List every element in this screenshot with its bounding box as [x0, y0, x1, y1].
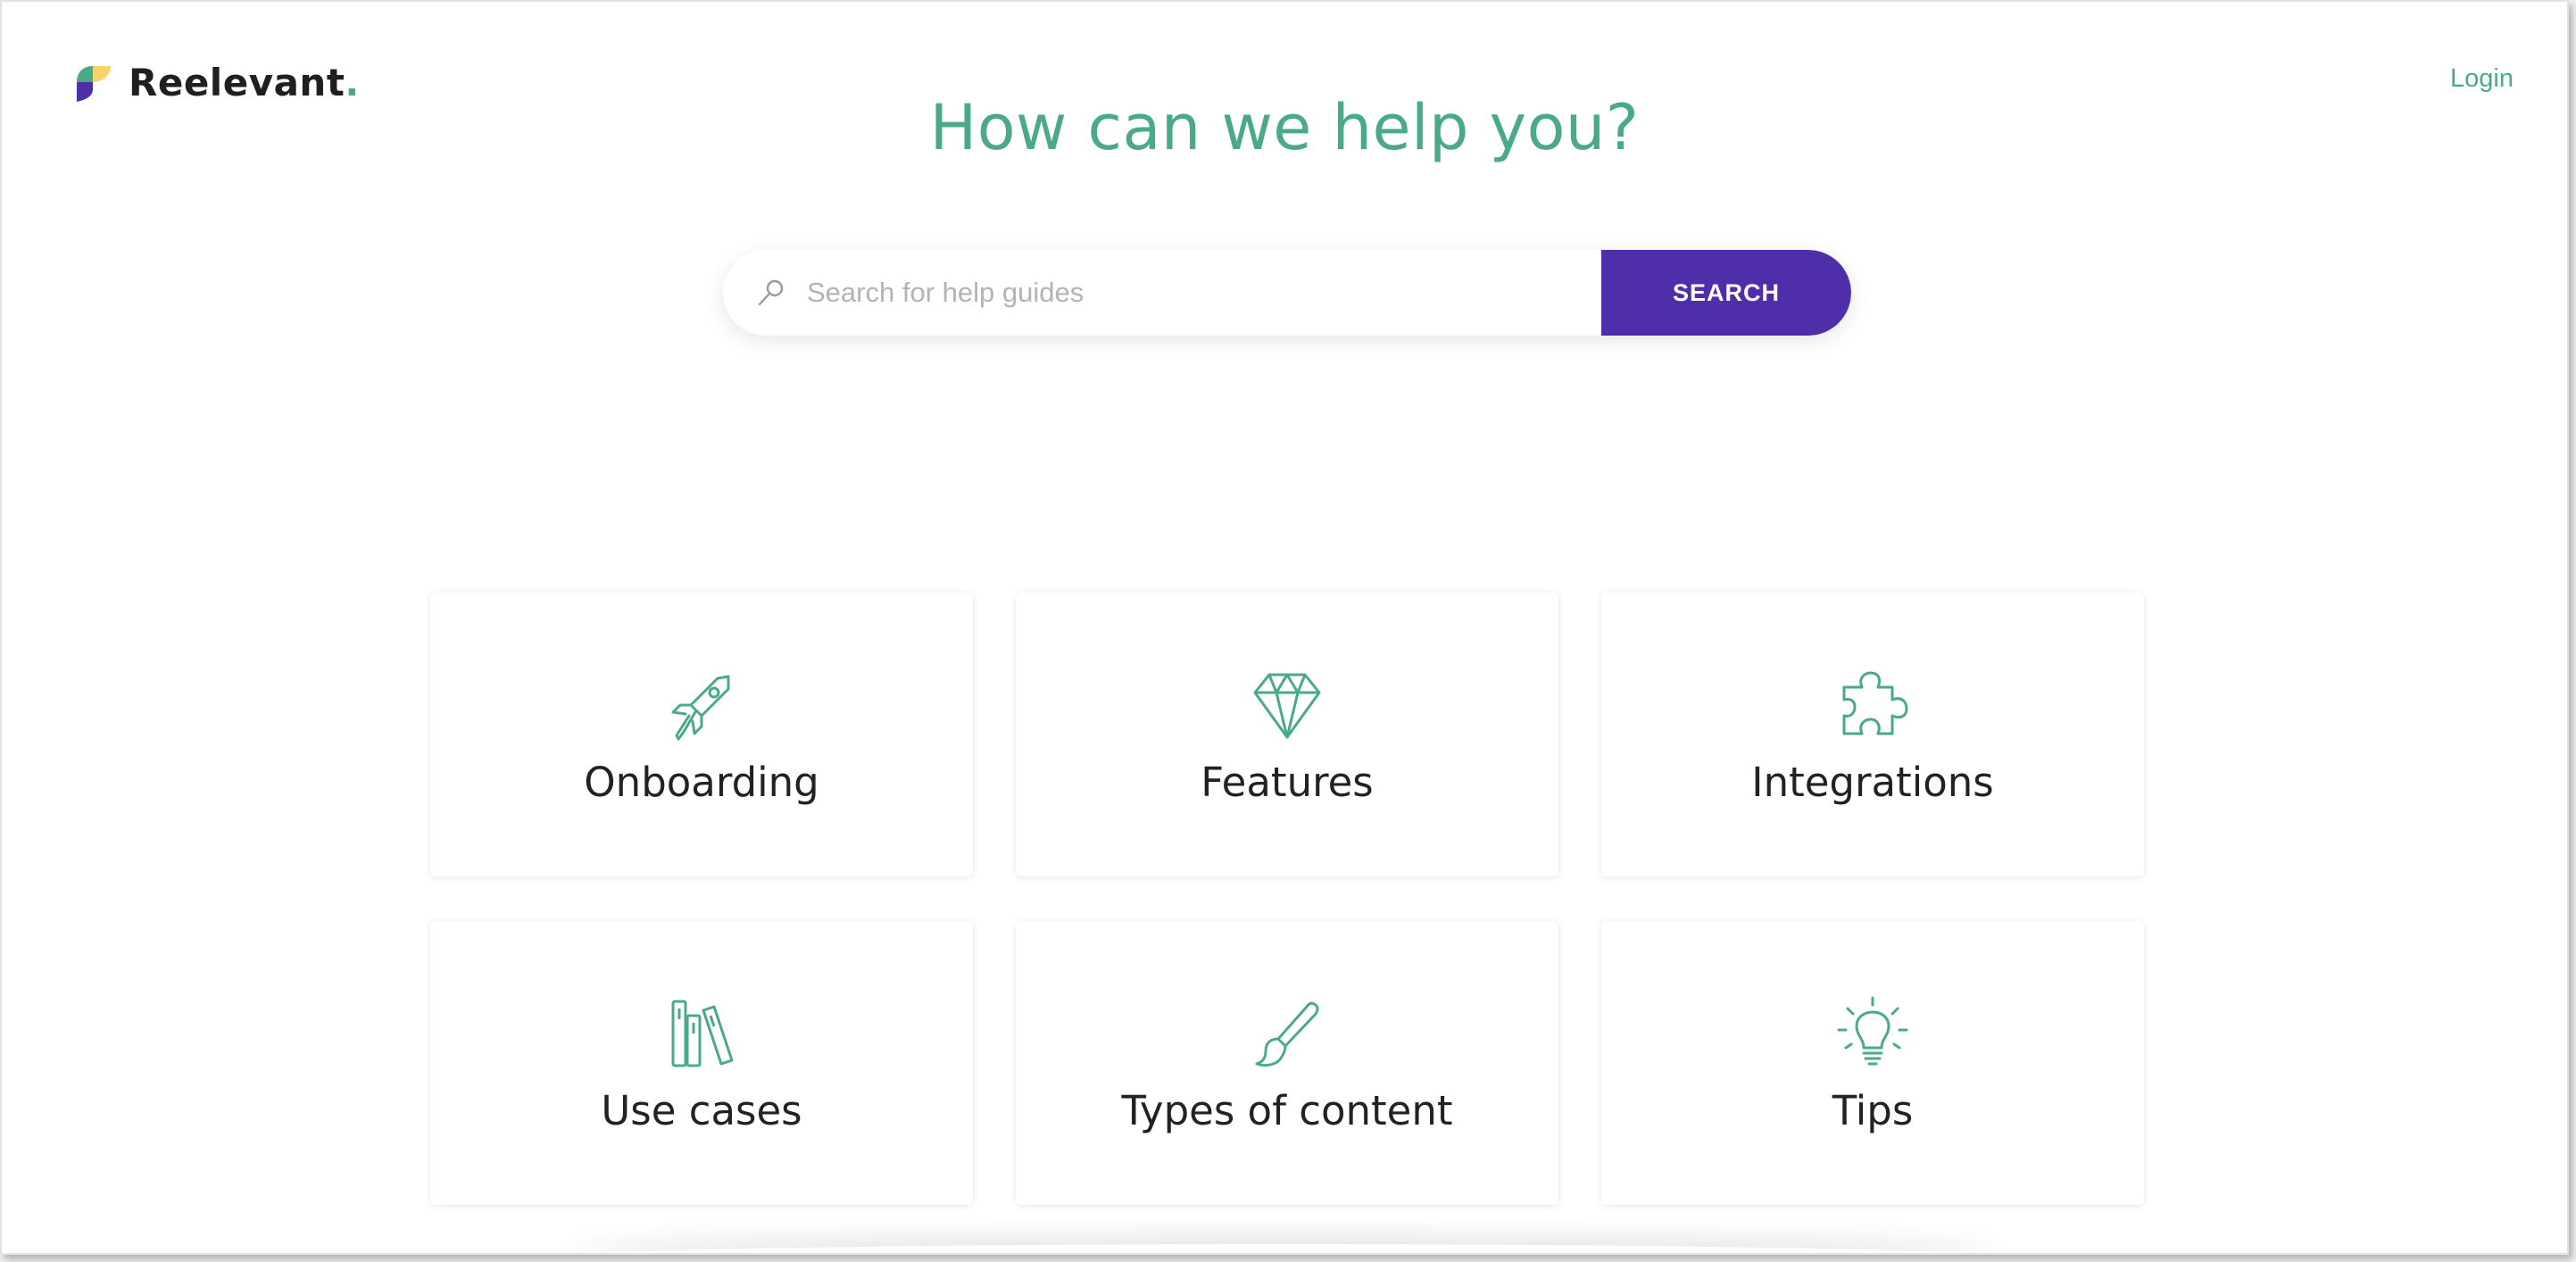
lightbulb-icon [1835, 996, 1910, 1071]
category-label: Use cases [601, 1087, 802, 1134]
category-card-use-cases[interactable]: Use cases [430, 921, 973, 1205]
search-input[interactable] [794, 250, 1601, 336]
category-card-features[interactable]: Features [1016, 593, 1558, 876]
search-bar: SEARCH [723, 250, 1851, 336]
category-label: Onboarding [584, 759, 819, 806]
next-section-edge [573, 1244, 1996, 1253]
category-card-integrations[interactable]: Integrations [1601, 593, 2144, 876]
category-grid: Onboarding Features Integrations Use cas… [430, 593, 2144, 1205]
login-link[interactable]: Login [2450, 64, 2514, 94]
category-label: Types of content [1121, 1087, 1453, 1134]
search-icon [755, 250, 794, 336]
category-card-onboarding[interactable]: Onboarding [430, 593, 973, 876]
rocket-icon [664, 668, 739, 743]
paintbrush-icon [1250, 996, 1325, 1071]
search-button[interactable]: SEARCH [1601, 250, 1851, 336]
category-card-types-of-content[interactable]: Types of content [1016, 921, 1558, 1205]
books-icon [664, 996, 739, 1071]
category-label: Tips [1832, 1087, 1914, 1134]
diamond-icon [1250, 668, 1325, 743]
category-label: Features [1201, 759, 1374, 806]
category-card-tips[interactable]: Tips [1601, 921, 2144, 1205]
page-frame: Reelevant. Login How can we help you? SE… [0, 0, 2569, 1255]
puzzle-icon [1835, 668, 1910, 743]
page-title: How can we help you? [929, 91, 1640, 164]
category-label: Integrations [1751, 759, 1994, 806]
